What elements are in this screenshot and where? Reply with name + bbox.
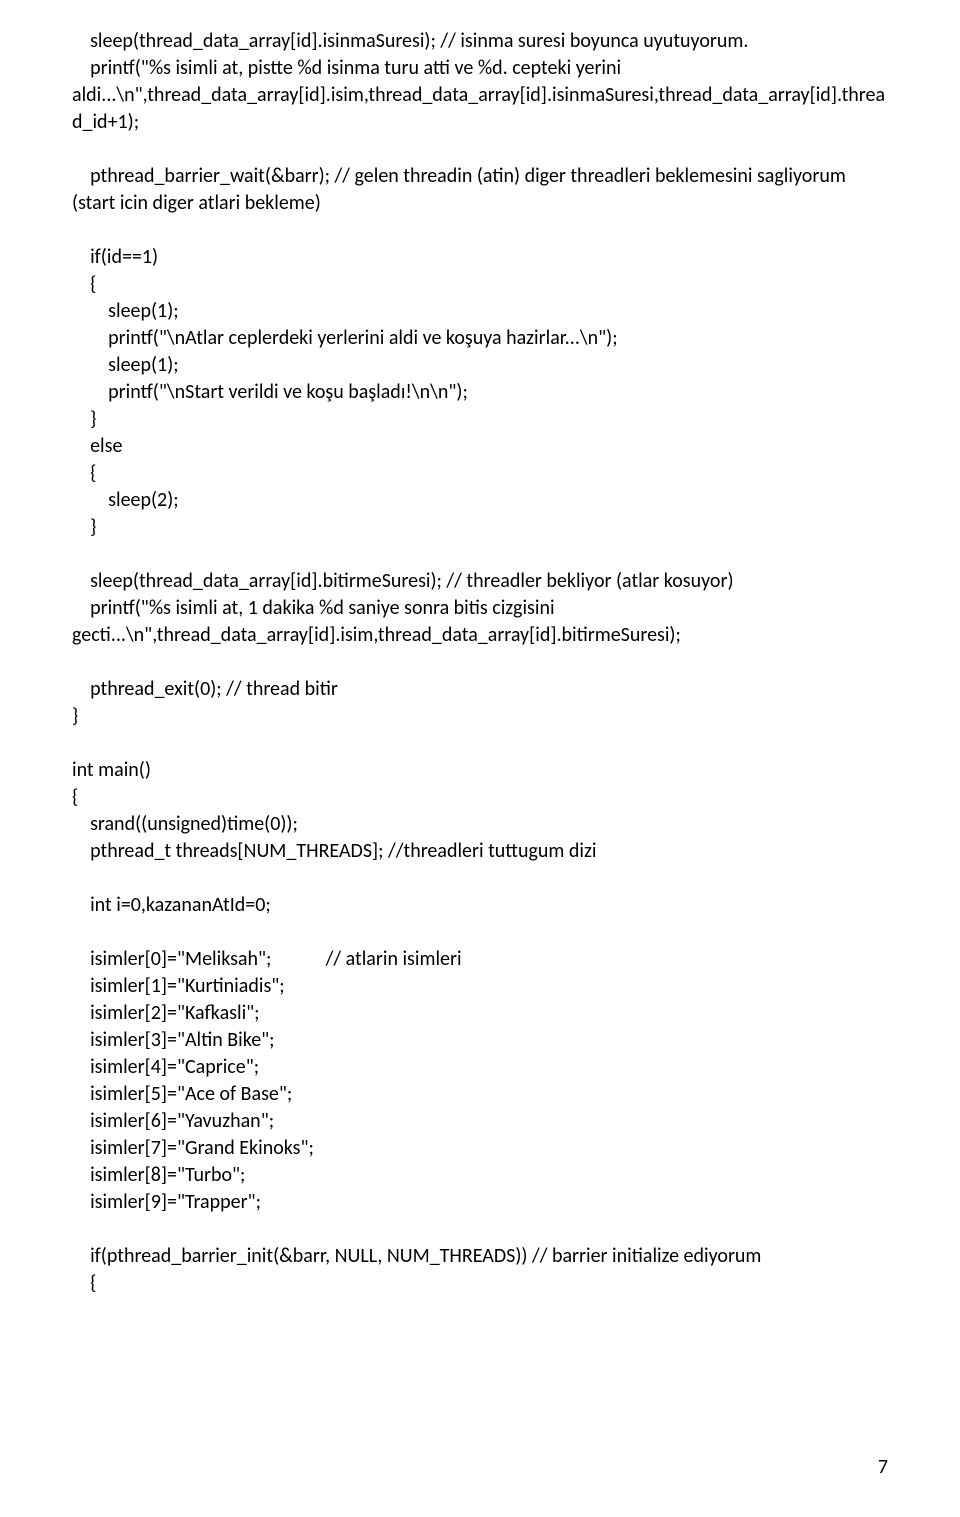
- page-number: 7: [878, 1454, 888, 1481]
- code-content: sleep(thread_data_array[id].isinmaSuresi…: [72, 28, 888, 1297]
